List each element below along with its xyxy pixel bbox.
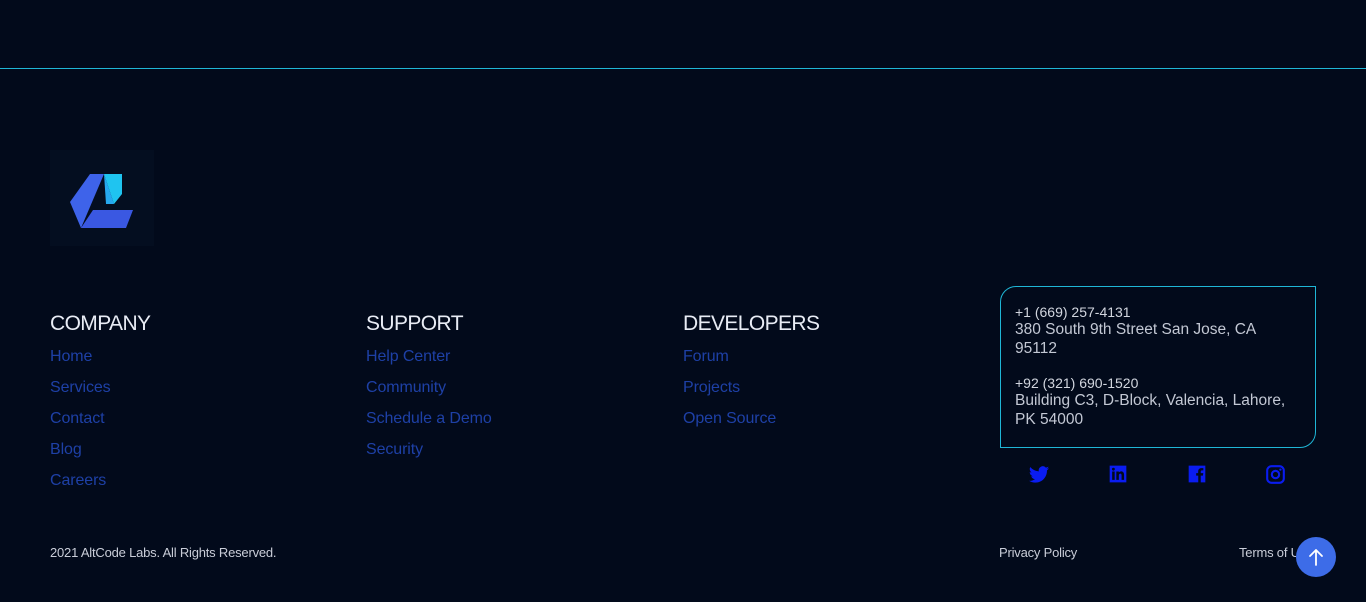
pk-phone[interactable]: +92 (321) 690-1520 bbox=[1015, 375, 1301, 391]
scroll-to-top-button[interactable] bbox=[1296, 537, 1336, 577]
footer-link-projects[interactable]: Projects bbox=[683, 379, 740, 396]
footer-link-community[interactable]: Community bbox=[366, 379, 446, 396]
top-divider bbox=[0, 68, 1366, 69]
footer-link-contact[interactable]: Contact bbox=[50, 410, 105, 427]
terms-of-use-link[interactable]: Terms of Use bbox=[1239, 545, 1296, 560]
contact-card: +1 (669) 257-4131 380 South 9th Street S… bbox=[1000, 286, 1316, 448]
us-phone[interactable]: +1 (669) 257-4131 bbox=[1015, 304, 1301, 320]
support-heading: SUPPORT bbox=[366, 312, 464, 335]
support-column: SUPPORT Help Center Community Schedule a… bbox=[366, 312, 492, 470]
footer-link-open-source[interactable]: Open Source bbox=[683, 410, 776, 427]
footer-link-home[interactable]: Home bbox=[50, 348, 92, 365]
altcode-logo-icon bbox=[70, 174, 133, 228]
arrow-up-icon bbox=[1309, 549, 1323, 566]
privacy-policy-link[interactable]: Privacy Policy bbox=[999, 545, 1077, 560]
linkedin-icon[interactable] bbox=[1108, 464, 1130, 486]
facebook-icon[interactable] bbox=[1187, 464, 1209, 486]
footer-link-services[interactable]: Services bbox=[50, 379, 111, 396]
twitter-icon[interactable] bbox=[1028, 464, 1050, 486]
us-address: 380 South 9th Street San Jose, CA 95112 bbox=[1015, 321, 1256, 357]
developers-column: DEVELOPERS Forum Projects Open Source bbox=[683, 312, 820, 439]
company-heading: COMPANY bbox=[50, 312, 151, 335]
footer-link-schedule-demo[interactable]: Schedule a Demo bbox=[366, 410, 492, 427]
footer-link-careers[interactable]: Careers bbox=[50, 472, 106, 489]
footer-link-help-center[interactable]: Help Center bbox=[366, 348, 450, 365]
footer-link-security[interactable]: Security bbox=[366, 441, 423, 458]
instagram-icon[interactable] bbox=[1265, 464, 1287, 486]
footer-link-forum[interactable]: Forum bbox=[683, 348, 729, 365]
pk-address: Building C3, D-Block, Valencia, Lahore, … bbox=[1015, 392, 1286, 428]
brand-logo[interactable] bbox=[50, 150, 154, 246]
developers-heading: DEVELOPERS bbox=[683, 312, 820, 335]
copyright-text: 2021 AltCode Labs. All Rights Reserved. bbox=[50, 545, 277, 560]
footer-link-blog[interactable]: Blog bbox=[50, 441, 82, 458]
company-column: COMPANY Home Services Contact Blog Caree… bbox=[50, 312, 151, 501]
